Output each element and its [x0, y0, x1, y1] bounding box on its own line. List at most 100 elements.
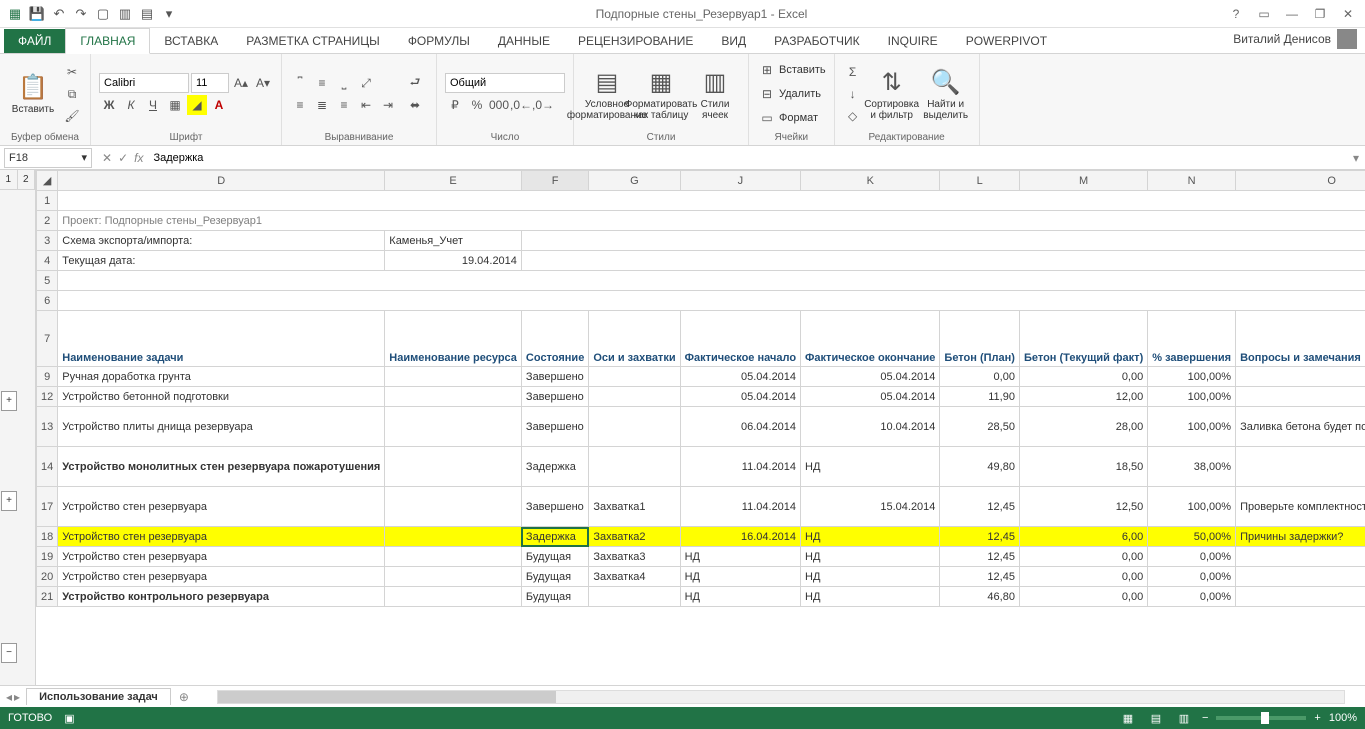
tab-insert[interactable]: ВСТАВКА — [150, 29, 232, 53]
cell[interactable]: 100,00% — [1148, 387, 1236, 407]
undo-icon[interactable]: ↶ — [50, 5, 68, 23]
row-head-5[interactable]: 5 — [37, 271, 58, 291]
row-head-2[interactable]: 2 — [37, 211, 58, 231]
cell[interactable]: 28,50 — [940, 407, 1020, 447]
cell[interactable] — [385, 367, 522, 387]
cell-styles-button[interactable]: ▥ Стили ячеек — [690, 58, 740, 130]
cell[interactable]: НД — [801, 567, 940, 587]
cell[interactable]: НД — [680, 587, 800, 607]
cell[interactable]: 10.04.2014 — [801, 407, 940, 447]
cell[interactable]: 0,00 — [1019, 547, 1147, 567]
cell[interactable]: 100,00% — [1148, 407, 1236, 447]
font-color-icon[interactable]: А — [209, 95, 229, 115]
align-top-icon[interactable]: ⎴ — [290, 73, 310, 93]
row-head[interactable]: 19 — [37, 547, 58, 567]
cell[interactable]: Устройство контрольного резервуара — [58, 587, 385, 607]
cell[interactable]: 18,50 — [1019, 447, 1147, 487]
cell[interactable]: 15.04.2014 — [801, 487, 940, 527]
cell[interactable]: 50,00% — [1148, 527, 1236, 547]
cell[interactable] — [1236, 567, 1365, 587]
cell[interactable]: 11,90 — [940, 387, 1020, 407]
macro-record-icon[interactable]: ▣ — [64, 712, 74, 725]
cell[interactable]: Устройство стен резервуара — [58, 527, 385, 547]
row-head[interactable]: 21 — [37, 587, 58, 607]
cell[interactable]: 16.04.2014 — [680, 527, 800, 547]
currency-icon[interactable]: ₽ — [445, 95, 465, 115]
formula-input[interactable] — [149, 148, 1347, 168]
fx-icon[interactable]: fx — [134, 151, 143, 165]
cell[interactable]: Завершено — [521, 367, 588, 387]
enter-icon[interactable]: ✓ — [118, 151, 128, 165]
cell[interactable] — [385, 387, 522, 407]
qat-icon-3[interactable]: ▤ — [138, 5, 156, 23]
cell[interactable]: Задержка — [521, 527, 588, 547]
cell[interactable]: 0,00 — [1019, 587, 1147, 607]
cell[interactable] — [385, 487, 522, 527]
cell[interactable]: Будущая — [521, 567, 588, 587]
cell[interactable]: Устройство стен резервуара — [58, 547, 385, 567]
increase-decimal-icon[interactable]: ,0← — [511, 95, 531, 115]
cell[interactable]: Захватка4 — [589, 567, 680, 587]
row-head[interactable]: 20 — [37, 567, 58, 587]
cell[interactable]: НД — [801, 547, 940, 567]
col-header-K[interactable]: K — [801, 171, 940, 191]
paste-button[interactable]: 📋 Вставить — [8, 58, 58, 130]
grid-area[interactable]: ◢ D E F G J K L M N O P 1 2Проект: Подпо… — [36, 170, 1365, 685]
cell[interactable] — [589, 407, 680, 447]
insert-label[interactable]: Вставить — [779, 64, 826, 76]
cell[interactable]: 0,00 — [1019, 367, 1147, 387]
align-center-icon[interactable]: ≣ — [312, 95, 332, 115]
outline-expand-1[interactable]: + — [1, 391, 17, 411]
cell[interactable]: Захватка1 — [589, 487, 680, 527]
format-as-table-button[interactable]: ▦ Форматировать как таблицу — [636, 58, 686, 130]
cell[interactable] — [1236, 387, 1365, 407]
cell[interactable]: Устройство стен резервуара — [58, 487, 385, 527]
tab-file[interactable]: ФАЙЛ — [4, 29, 65, 53]
qat-dropdown-icon[interactable]: ▾ — [160, 5, 178, 23]
tab-developer[interactable]: РАЗРАБОТЧИК — [760, 29, 874, 53]
cell[interactable]: 38,00% — [1148, 447, 1236, 487]
add-sheet-button[interactable]: ⊕ — [171, 688, 197, 706]
format-painter-icon[interactable]: 🖌 — [62, 106, 82, 126]
cell[interactable]: 05.04.2014 — [680, 367, 800, 387]
decrease-decimal-icon[interactable]: ,0→ — [533, 95, 553, 115]
cell[interactable]: 11.04.2014 — [680, 447, 800, 487]
format-label[interactable]: Формат — [779, 112, 818, 124]
cell[interactable] — [1236, 367, 1365, 387]
delete-label[interactable]: Удалить — [779, 88, 821, 100]
cell[interactable] — [385, 447, 522, 487]
merge-icon[interactable]: ⬌ — [402, 95, 428, 115]
cell[interactable]: НД — [680, 567, 800, 587]
find-select-button[interactable]: 🔍 Найти и выделить — [921, 58, 971, 130]
outline-collapse-1[interactable]: − — [1, 643, 17, 663]
sheet-tab-active[interactable]: Использование задач — [26, 688, 171, 705]
expand-formula-icon[interactable]: ▾ — [1347, 151, 1365, 165]
comma-icon[interactable]: 000 — [489, 95, 509, 115]
align-bottom-icon[interactable]: ⎵ — [334, 73, 354, 93]
normal-view-icon[interactable]: ▦ — [1118, 709, 1138, 727]
restore-button[interactable]: ❐ — [1307, 4, 1333, 24]
cell[interactable]: Устройство бетонной подготовки — [58, 387, 385, 407]
cell[interactable]: Устройство монолитных стен резервуара по… — [58, 447, 385, 487]
tab-inquire[interactable]: INQUIRE — [874, 29, 952, 53]
row-head-3[interactable]: 3 — [37, 231, 58, 251]
cell[interactable] — [1236, 587, 1365, 607]
cut-icon[interactable]: ✂ — [62, 62, 82, 82]
tab-formulas[interactable]: ФОРМУЛЫ — [394, 29, 484, 53]
cell[interactable]: 0,00 — [1019, 567, 1147, 587]
cell[interactable] — [589, 587, 680, 607]
cell[interactable]: 46,80 — [940, 587, 1020, 607]
cell[interactable]: Устройство плиты днища резервуара — [58, 407, 385, 447]
minimize-button[interactable]: — — [1279, 4, 1305, 24]
cell[interactable]: 100,00% — [1148, 367, 1236, 387]
tab-page-layout[interactable]: РАЗМЕТКА СТРАНИЦЫ — [232, 29, 394, 53]
cell[interactable]: Устройство стен резервуара — [58, 567, 385, 587]
align-left-icon[interactable]: ≡ — [290, 95, 310, 115]
cell[interactable]: Заливка бетона будет по графику? — [1236, 407, 1365, 447]
number-format-combo[interactable] — [445, 73, 565, 93]
cell[interactable] — [1236, 447, 1365, 487]
row-head-6[interactable]: 6 — [37, 291, 58, 311]
row-head[interactable]: 12 — [37, 387, 58, 407]
row-head[interactable]: 14 — [37, 447, 58, 487]
font-name-combo[interactable] — [99, 73, 189, 93]
